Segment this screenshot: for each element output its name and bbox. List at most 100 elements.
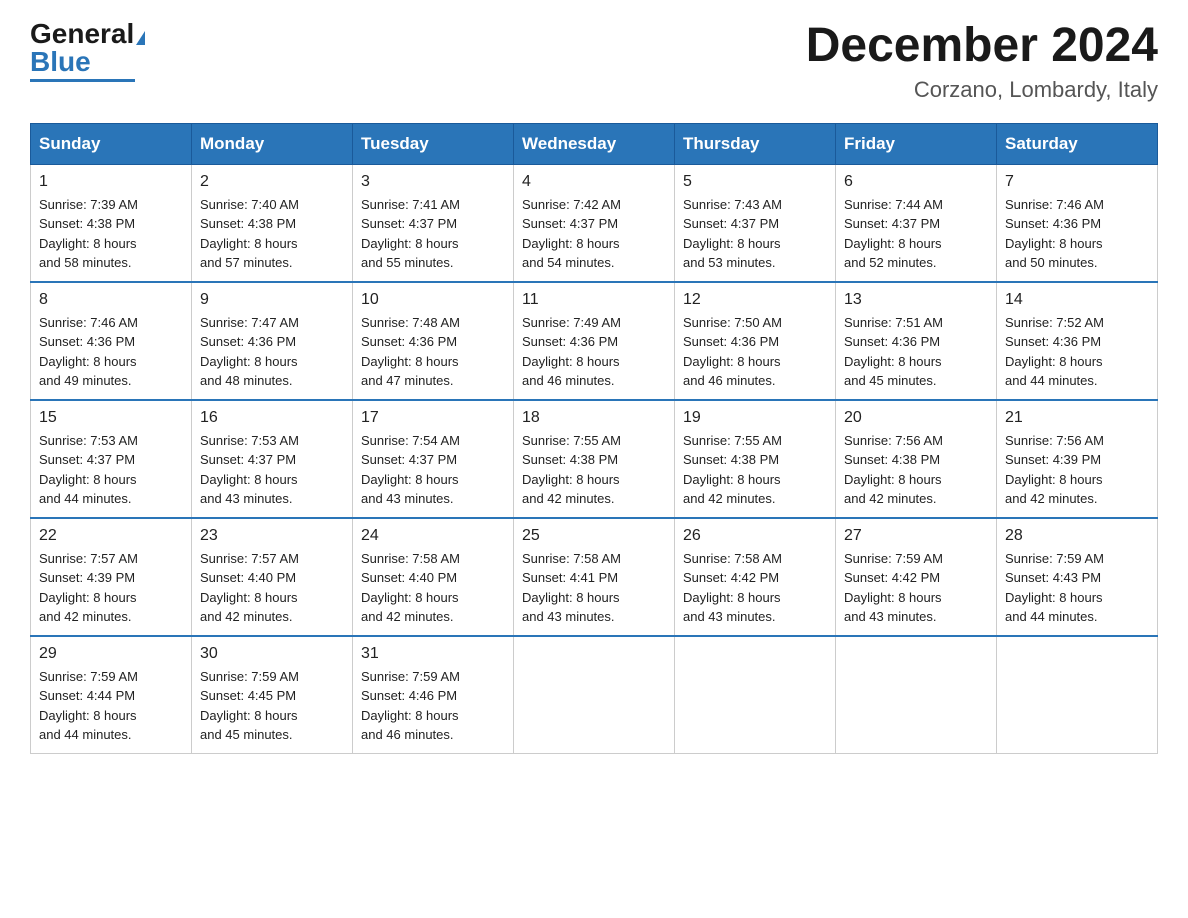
col-saturday: Saturday [997,123,1158,164]
day-info: Sunrise: 7:48 AM Sunset: 4:36 PM Dayligh… [361,313,505,391]
table-row: 25 Sunrise: 7:58 AM Sunset: 4:41 PM Dayl… [514,518,675,636]
table-row: 14 Sunrise: 7:52 AM Sunset: 4:36 PM Dayl… [997,282,1158,400]
table-row: 12 Sunrise: 7:50 AM Sunset: 4:36 PM Dayl… [675,282,836,400]
day-number: 6 [844,173,988,191]
table-row: 18 Sunrise: 7:55 AM Sunset: 4:38 PM Dayl… [514,400,675,518]
day-number: 16 [200,409,344,427]
calendar-week-row: 1 Sunrise: 7:39 AM Sunset: 4:38 PM Dayli… [31,164,1158,282]
table-row: 13 Sunrise: 7:51 AM Sunset: 4:36 PM Dayl… [836,282,997,400]
table-row: 21 Sunrise: 7:56 AM Sunset: 4:39 PM Dayl… [997,400,1158,518]
day-info: Sunrise: 7:58 AM Sunset: 4:42 PM Dayligh… [683,549,827,627]
table-row: 15 Sunrise: 7:53 AM Sunset: 4:37 PM Dayl… [31,400,192,518]
day-info: Sunrise: 7:50 AM Sunset: 4:36 PM Dayligh… [683,313,827,391]
day-number: 4 [522,173,666,191]
day-number: 9 [200,291,344,309]
day-number: 19 [683,409,827,427]
day-number: 29 [39,645,183,663]
table-row [836,636,997,754]
calendar-week-row: 15 Sunrise: 7:53 AM Sunset: 4:37 PM Dayl… [31,400,1158,518]
calendar-table: Sunday Monday Tuesday Wednesday Thursday… [30,123,1158,754]
day-info: Sunrise: 7:53 AM Sunset: 4:37 PM Dayligh… [200,431,344,509]
table-row: 8 Sunrise: 7:46 AM Sunset: 4:36 PM Dayli… [31,282,192,400]
table-row: 23 Sunrise: 7:57 AM Sunset: 4:40 PM Dayl… [192,518,353,636]
day-info: Sunrise: 7:44 AM Sunset: 4:37 PM Dayligh… [844,195,988,273]
col-monday: Monday [192,123,353,164]
day-info: Sunrise: 7:49 AM Sunset: 4:36 PM Dayligh… [522,313,666,391]
table-row: 30 Sunrise: 7:59 AM Sunset: 4:45 PM Dayl… [192,636,353,754]
title-area: December 2024 Corzano, Lombardy, Italy [806,20,1158,103]
day-info: Sunrise: 7:55 AM Sunset: 4:38 PM Dayligh… [683,431,827,509]
table-row: 1 Sunrise: 7:39 AM Sunset: 4:38 PM Dayli… [31,164,192,282]
day-info: Sunrise: 7:59 AM Sunset: 4:46 PM Dayligh… [361,667,505,745]
day-number: 22 [39,527,183,545]
day-number: 23 [200,527,344,545]
day-info: Sunrise: 7:59 AM Sunset: 4:45 PM Dayligh… [200,667,344,745]
logo: General Blue [30,20,145,82]
day-number: 31 [361,645,505,663]
logo-text: General [30,20,145,48]
day-number: 1 [39,173,183,191]
table-row: 3 Sunrise: 7:41 AM Sunset: 4:37 PM Dayli… [353,164,514,282]
day-info: Sunrise: 7:43 AM Sunset: 4:37 PM Dayligh… [683,195,827,273]
day-info: Sunrise: 7:39 AM Sunset: 4:38 PM Dayligh… [39,195,183,273]
calendar-header-row: Sunday Monday Tuesday Wednesday Thursday… [31,123,1158,164]
table-row: 17 Sunrise: 7:54 AM Sunset: 4:37 PM Dayl… [353,400,514,518]
day-info: Sunrise: 7:59 AM Sunset: 4:43 PM Dayligh… [1005,549,1149,627]
day-info: Sunrise: 7:58 AM Sunset: 4:40 PM Dayligh… [361,549,505,627]
col-wednesday: Wednesday [514,123,675,164]
day-number: 28 [1005,527,1149,545]
day-number: 10 [361,291,505,309]
month-title: December 2024 [806,20,1158,73]
day-info: Sunrise: 7:47 AM Sunset: 4:36 PM Dayligh… [200,313,344,391]
day-info: Sunrise: 7:46 AM Sunset: 4:36 PM Dayligh… [39,313,183,391]
day-info: Sunrise: 7:59 AM Sunset: 4:44 PM Dayligh… [39,667,183,745]
logo-blue-text: Blue [30,48,91,76]
day-info: Sunrise: 7:42 AM Sunset: 4:37 PM Dayligh… [522,195,666,273]
day-number: 2 [200,173,344,191]
day-info: Sunrise: 7:53 AM Sunset: 4:37 PM Dayligh… [39,431,183,509]
day-number: 12 [683,291,827,309]
day-number: 24 [361,527,505,545]
location: Corzano, Lombardy, Italy [806,77,1158,103]
table-row: 28 Sunrise: 7:59 AM Sunset: 4:43 PM Dayl… [997,518,1158,636]
table-row [514,636,675,754]
logo-triangle-icon [136,31,145,45]
table-row: 10 Sunrise: 7:48 AM Sunset: 4:36 PM Dayl… [353,282,514,400]
calendar-week-row: 29 Sunrise: 7:59 AM Sunset: 4:44 PM Dayl… [31,636,1158,754]
table-row [675,636,836,754]
day-info: Sunrise: 7:55 AM Sunset: 4:38 PM Dayligh… [522,431,666,509]
day-number: 27 [844,527,988,545]
day-number: 11 [522,291,666,309]
col-tuesday: Tuesday [353,123,514,164]
day-number: 8 [39,291,183,309]
day-number: 14 [1005,291,1149,309]
day-info: Sunrise: 7:40 AM Sunset: 4:38 PM Dayligh… [200,195,344,273]
day-info: Sunrise: 7:59 AM Sunset: 4:42 PM Dayligh… [844,549,988,627]
table-row: 22 Sunrise: 7:57 AM Sunset: 4:39 PM Dayl… [31,518,192,636]
day-number: 21 [1005,409,1149,427]
calendar-week-row: 22 Sunrise: 7:57 AM Sunset: 4:39 PM Dayl… [31,518,1158,636]
logo-general: General [30,18,134,49]
day-number: 3 [361,173,505,191]
table-row: 7 Sunrise: 7:46 AM Sunset: 4:36 PM Dayli… [997,164,1158,282]
day-number: 20 [844,409,988,427]
day-info: Sunrise: 7:58 AM Sunset: 4:41 PM Dayligh… [522,549,666,627]
table-row: 29 Sunrise: 7:59 AM Sunset: 4:44 PM Dayl… [31,636,192,754]
day-number: 30 [200,645,344,663]
day-info: Sunrise: 7:56 AM Sunset: 4:39 PM Dayligh… [1005,431,1149,509]
day-number: 5 [683,173,827,191]
col-sunday: Sunday [31,123,192,164]
table-row: 11 Sunrise: 7:49 AM Sunset: 4:36 PM Dayl… [514,282,675,400]
table-row: 31 Sunrise: 7:59 AM Sunset: 4:46 PM Dayl… [353,636,514,754]
day-number: 18 [522,409,666,427]
day-info: Sunrise: 7:52 AM Sunset: 4:36 PM Dayligh… [1005,313,1149,391]
table-row: 26 Sunrise: 7:58 AM Sunset: 4:42 PM Dayl… [675,518,836,636]
table-row: 16 Sunrise: 7:53 AM Sunset: 4:37 PM Dayl… [192,400,353,518]
day-number: 26 [683,527,827,545]
day-number: 13 [844,291,988,309]
day-info: Sunrise: 7:41 AM Sunset: 4:37 PM Dayligh… [361,195,505,273]
logo-underline [30,79,135,82]
calendar-week-row: 8 Sunrise: 7:46 AM Sunset: 4:36 PM Dayli… [31,282,1158,400]
table-row: 5 Sunrise: 7:43 AM Sunset: 4:37 PM Dayli… [675,164,836,282]
table-row: 4 Sunrise: 7:42 AM Sunset: 4:37 PM Dayli… [514,164,675,282]
